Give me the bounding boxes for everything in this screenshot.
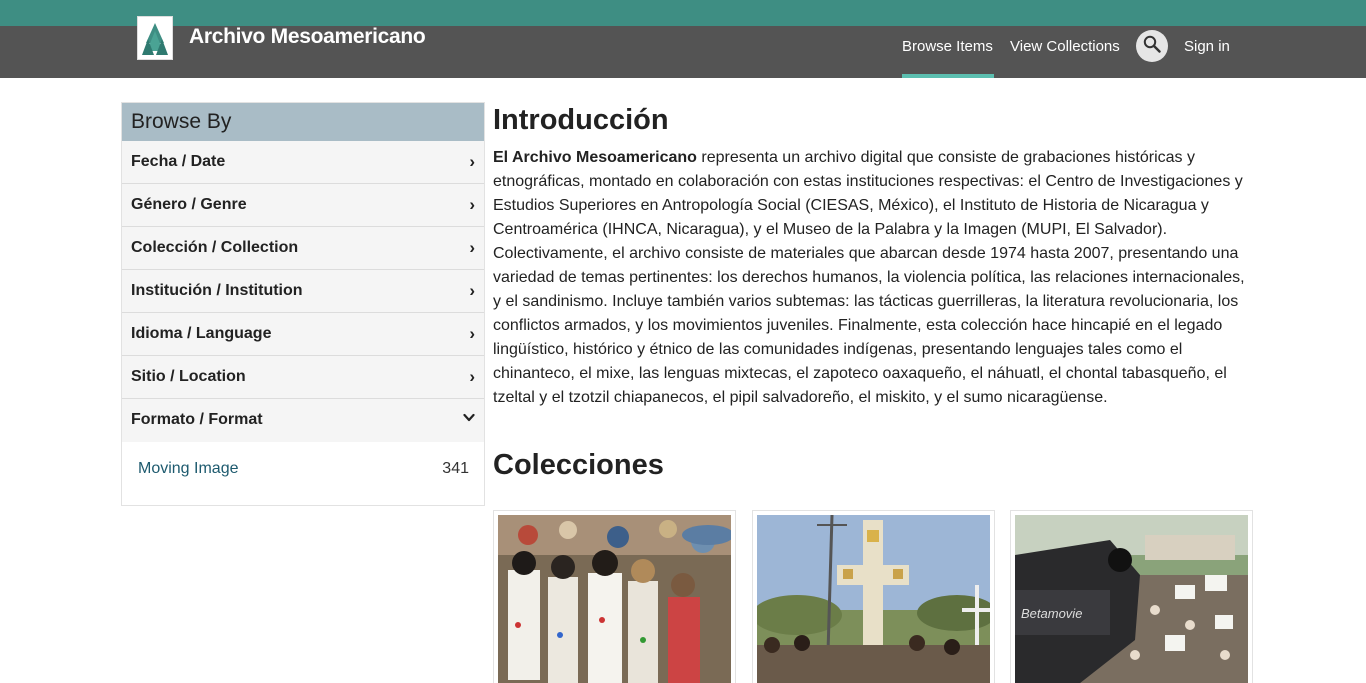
intro-lead: El Archivo Mesoamericano	[493, 149, 697, 166]
facet-location[interactable]: Sitio / Location ›	[122, 356, 484, 399]
facet-label: Formato / Format	[131, 411, 263, 428]
facet-format[interactable]: Formato / Format	[122, 399, 484, 442]
facet-label: Institución / Institution	[131, 282, 303, 299]
collection-thumbnail	[757, 515, 990, 683]
facet-value-count: 341	[442, 460, 469, 477]
chevron-right-icon: ›	[469, 281, 475, 300]
intro-body: representa un archivo digital que consis…	[493, 149, 1245, 406]
facet-genre[interactable]: Género / Genre ›	[122, 184, 484, 227]
collection-card[interactable]: Betamovie	[1010, 510, 1253, 683]
sign-in-link[interactable]: Sign in	[1184, 38, 1230, 55]
facet-label: Idioma / Language	[131, 325, 272, 342]
facet-label: Género / Genre	[131, 196, 247, 213]
main-content: Introducción El Archivo Mesoamericano re…	[493, 102, 1255, 410]
collection-card[interactable]	[752, 510, 995, 683]
camera-brand-text: Betamovie	[1021, 606, 1082, 621]
site-logo[interactable]	[137, 16, 173, 60]
browse-by-sidebar: Browse By Fecha / Date › Género / Genre …	[121, 102, 485, 506]
facet-language[interactable]: Idioma / Language ›	[122, 313, 484, 356]
facet-label: Fecha / Date	[131, 153, 226, 170]
facet-label: Sitio / Location	[131, 368, 246, 385]
top-accent-strip	[0, 0, 1366, 26]
collection-thumbnail	[498, 515, 731, 683]
nav-browse-items[interactable]: Browse Items	[902, 38, 993, 55]
facet-label: Colección / Collection	[131, 239, 299, 256]
search-icon	[1143, 35, 1161, 58]
chevron-right-icon: ›	[469, 324, 475, 343]
collection-card[interactable]	[493, 510, 736, 683]
chevron-right-icon: ›	[469, 238, 475, 257]
facet-institution[interactable]: Institución / Institution ›	[122, 270, 484, 313]
nav-active-indicator	[902, 74, 994, 78]
facet-value-moving-image: Moving Image 341	[122, 441, 484, 505]
collection-thumbnail: Betamovie	[1015, 515, 1248, 683]
collections-heading: Colecciones	[493, 449, 664, 481]
chevron-right-icon: ›	[469, 367, 475, 386]
nav-view-collections[interactable]: View Collections	[1010, 38, 1120, 55]
chevron-right-icon: ›	[469, 195, 475, 214]
intro-paragraph: El Archivo Mesoamericano representa un a…	[493, 146, 1255, 410]
facet-value-link[interactable]: Moving Image	[138, 460, 239, 478]
intro-heading: Introducción	[493, 104, 669, 136]
facet-collection[interactable]: Colección / Collection ›	[122, 227, 484, 270]
site-title[interactable]: Archivo Mesoamericano	[189, 25, 426, 49]
search-button[interactable]	[1136, 30, 1168, 62]
chevron-right-icon: ›	[469, 152, 475, 171]
facet-date[interactable]: Fecha / Date ›	[122, 141, 484, 184]
sidebar-title: Browse By	[122, 103, 484, 141]
